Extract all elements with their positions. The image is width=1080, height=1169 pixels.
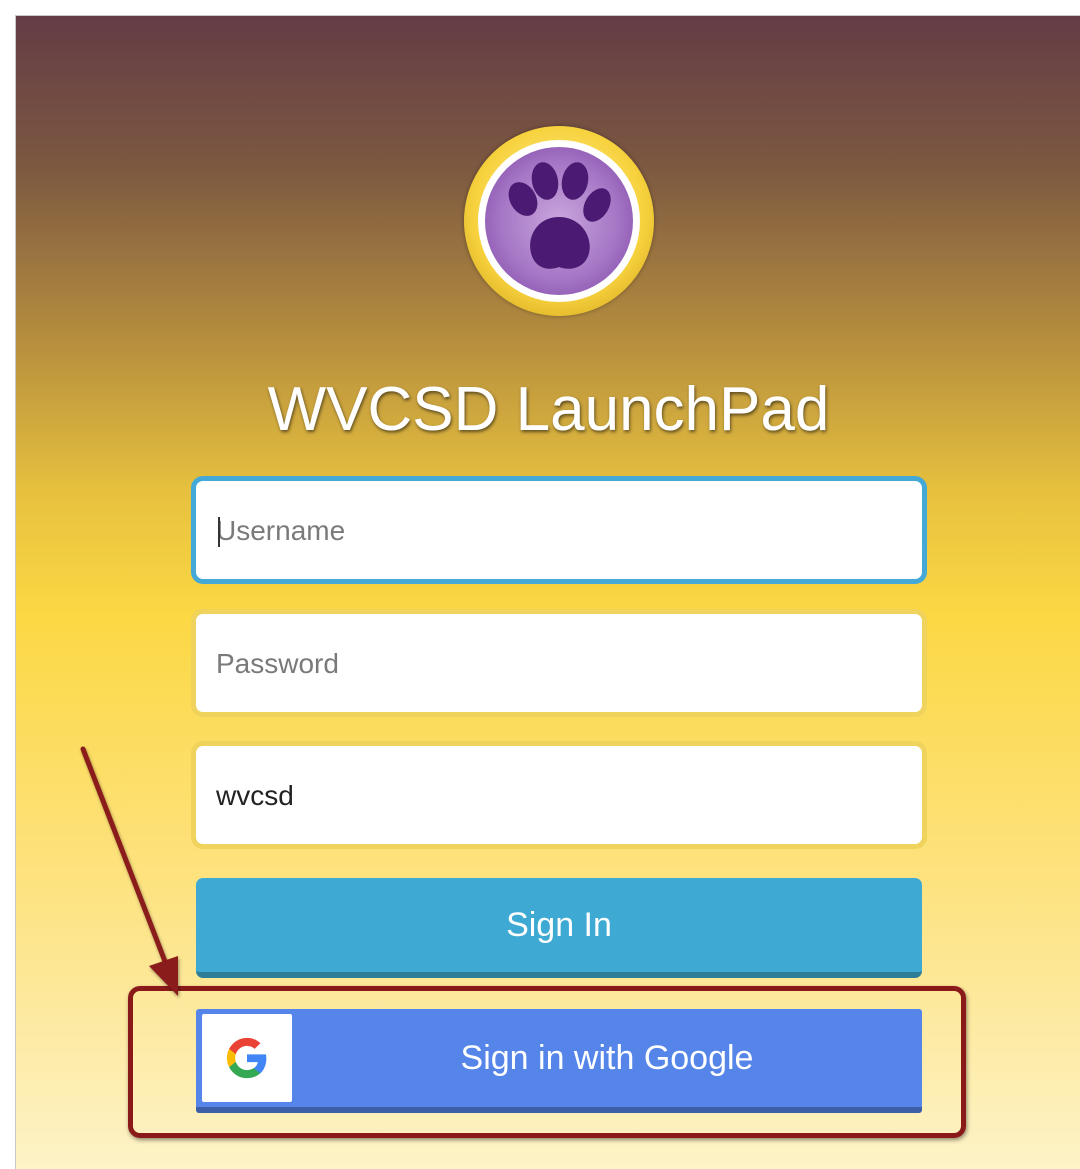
- login-page: WVCSD LaunchPad Sign In Sign in with Goo…: [15, 15, 1080, 1169]
- red-arrow-icon: [80, 746, 178, 996]
